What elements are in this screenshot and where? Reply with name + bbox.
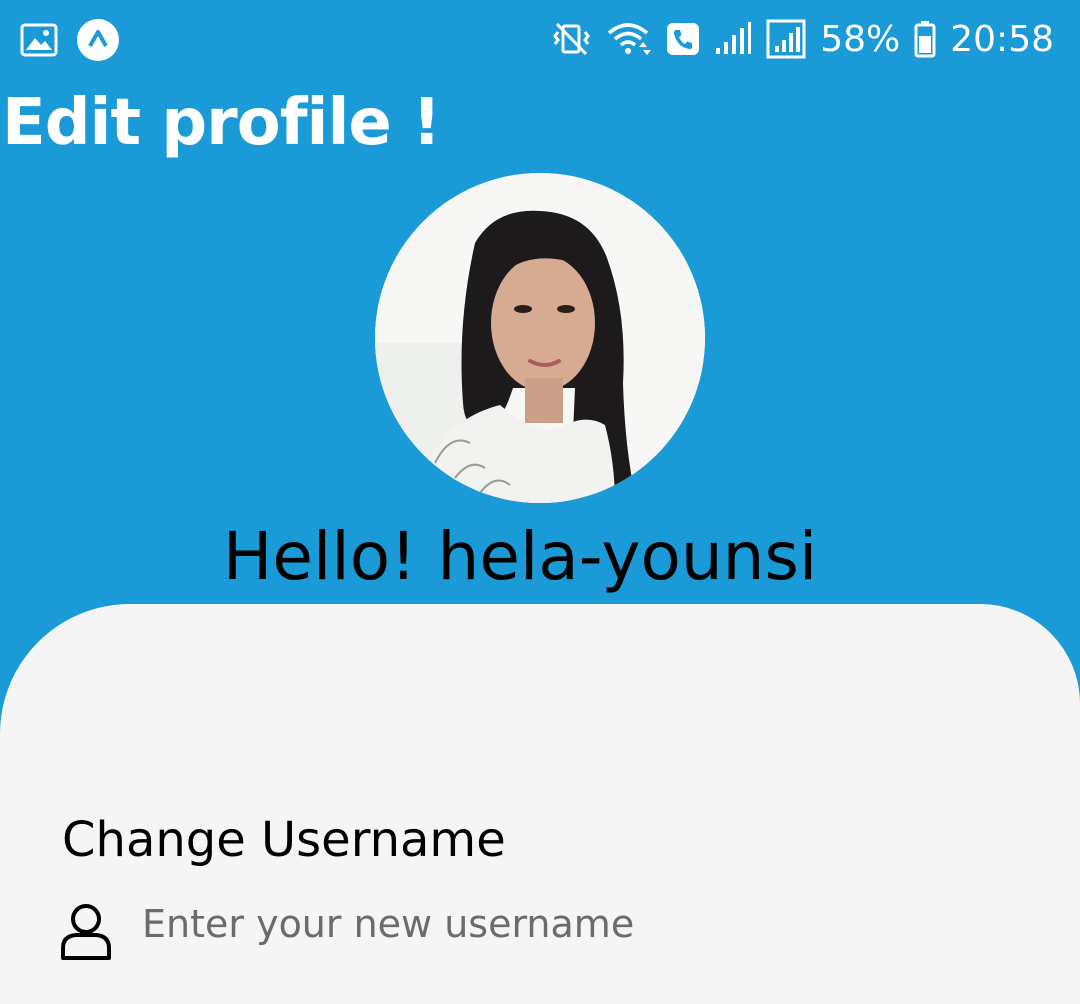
username-input[interactable] [142, 894, 1002, 954]
signal-icon [714, 20, 752, 58]
username-label: Change Username [62, 812, 506, 868]
app-notification-icon [76, 18, 120, 62]
status-right: 58% 20:58 [552, 10, 1054, 68]
page-title: Edit profile ! [2, 86, 441, 160]
profile-avatar[interactable] [375, 173, 705, 503]
status-left [20, 18, 120, 62]
username-field-row [58, 894, 1018, 974]
battery-percent: 58% [820, 18, 901, 60]
call-icon [666, 22, 700, 56]
avatar-photo [375, 173, 705, 503]
wifi-icon [606, 20, 652, 58]
edit-form-card: Change Username [0, 604, 1080, 1004]
user-icon [58, 902, 114, 967]
gallery-icon [20, 23, 58, 57]
clock: 20:58 [950, 18, 1054, 60]
greeting-text: Hello! hela-younsi [222, 518, 818, 595]
signal-icon-2 [766, 19, 806, 59]
vibrate-mute-icon [552, 20, 592, 58]
status-bar: 58% 20:58 [0, 0, 1080, 78]
battery-icon [914, 20, 936, 58]
